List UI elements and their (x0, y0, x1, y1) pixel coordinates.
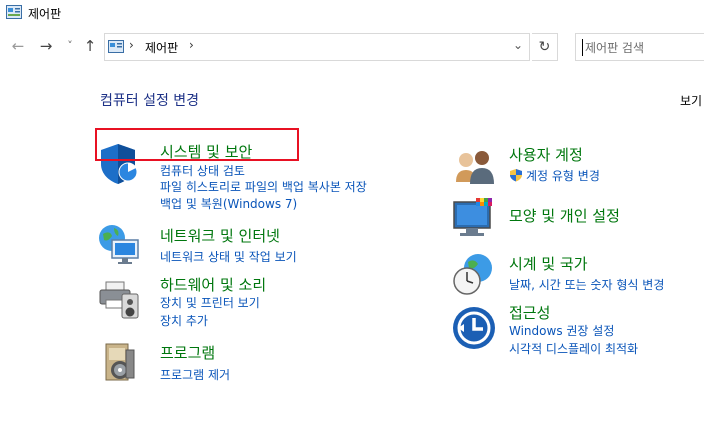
recent-locations-button[interactable]: ˅ (62, 38, 78, 54)
search-placeholder: 제어판 검색 (582, 39, 644, 56)
navigation-bar: ← → ˅ ↑ › 제어판 › ⌄ ↻ 제어판 검색 (0, 30, 704, 64)
selection-highlight (95, 128, 299, 161)
link-devices-printers[interactable]: 장치 및 프린터 보기 (160, 294, 260, 311)
uac-shield-icon (509, 167, 523, 182)
control-panel-icon (108, 40, 124, 53)
link-review-computer-status[interactable]: 컴퓨터 상태 검토 (160, 162, 245, 179)
breadcrumb-control-panel[interactable]: 제어판 (145, 39, 178, 56)
address-dropdown-button[interactable]: ⌄ (513, 38, 523, 52)
link-uninstall-program[interactable]: 프로그램 제거 (160, 366, 230, 383)
category-hardware-sound[interactable]: 하드웨어 및 소리 (160, 274, 266, 295)
link-backup-restore[interactable]: 백업 및 복원(Windows 7) (160, 195, 297, 212)
refresh-button[interactable]: ↻ (532, 33, 558, 61)
search-input[interactable]: 제어판 검색 (575, 33, 704, 61)
category-user-accounts[interactable]: 사용자 계정 (509, 144, 583, 165)
link-optimize-visual-display[interactable]: 시각적 디스플레이 최적화 (509, 340, 638, 357)
link-change-date-time-format[interactable]: 날짜, 시간 또는 숫자 형식 변경 (509, 276, 664, 293)
clock-globe-icon[interactable] (452, 252, 496, 296)
ease-of-access-icon[interactable] (452, 306, 496, 350)
appearance-monitor-icon[interactable] (452, 196, 496, 240)
title-bar: 제어판 (0, 0, 704, 28)
link-windows-recommended-settings[interactable]: Windows 권장 설정 (509, 322, 614, 339)
category-programs[interactable]: 프로그램 (160, 342, 215, 363)
page-heading: 컴퓨터 설정 변경 (100, 93, 200, 109)
link-change-account-type[interactable]: 계정 유형 변경 (526, 167, 600, 184)
category-ease-of-access[interactable]: 접근성 (509, 302, 550, 323)
breadcrumb-separator[interactable]: › (189, 38, 194, 52)
control-panel-icon (6, 5, 22, 19)
link-file-history-backup[interactable]: 파일 히스토리로 파일의 백업 복사본 저장 (160, 178, 367, 195)
back-button[interactable]: ← (10, 38, 26, 54)
category-clock-region[interactable]: 시계 및 국가 (509, 253, 588, 274)
network-globe-icon[interactable] (98, 222, 142, 266)
window-title: 제어판 (28, 7, 62, 21)
programs-disc-icon[interactable] (98, 340, 142, 384)
address-bar[interactable]: › 제어판 › ⌄ (104, 33, 530, 61)
category-network-internet[interactable]: 네트워크 및 인터넷 (160, 225, 280, 246)
view-by-label: 보기 (680, 94, 703, 108)
user-accounts-icon[interactable] (452, 146, 496, 190)
link-network-status-tasks[interactable]: 네트워크 상태 및 작업 보기 (160, 248, 297, 265)
category-appearance-personalization[interactable]: 모양 및 개인 설정 (509, 205, 620, 226)
link-add-device[interactable]: 장치 추가 (160, 312, 208, 329)
breadcrumb-separator[interactable]: › (129, 38, 134, 52)
up-button[interactable]: ↑ (82, 38, 98, 54)
forward-button[interactable]: → (38, 38, 54, 54)
printer-speaker-icon[interactable] (98, 276, 142, 320)
